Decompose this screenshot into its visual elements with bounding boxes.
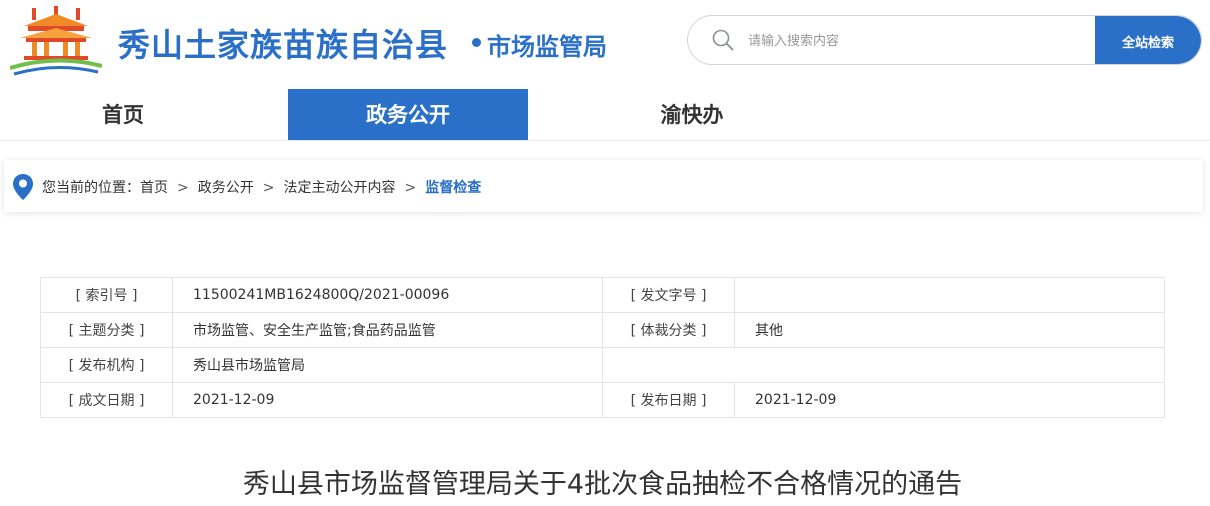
location-pin-icon	[13, 174, 33, 200]
article-title: 秀山县市场监督管理局关于4批次食品抽检不合格情况的通告	[242, 469, 963, 500]
dept-title[interactable]: 市场监管局	[487, 27, 607, 62]
breadcrumb-supervision[interactable]: 监督检查	[425, 180, 481, 196]
breadcrumb-gov-affairs[interactable]: 政务公开	[198, 180, 254, 196]
topic-label: [ 主题分类 ]	[40, 312, 173, 348]
breadcrumb-separator: >	[404, 180, 417, 196]
nav-yukuaiban[interactable]: 渝快办	[570, 89, 814, 141]
written-date-label: [ 成文日期 ]	[40, 382, 173, 418]
site-title[interactable]: 秀山土家族苗族自治县	[118, 20, 448, 66]
topic-value: 市场监管、安全生产监管;食品药品监管	[172, 312, 603, 348]
table-row: [ 成文日期 ] 2021-12-09 [ 发布日期 ] 2021-12-09	[40, 382, 1165, 418]
search-bar: 全站检索	[687, 15, 1202, 65]
title-dot	[472, 38, 481, 47]
breadcrumb-home[interactable]: 首页	[140, 180, 168, 196]
doc-number-value	[734, 277, 1165, 313]
publish-date-label: [ 发布日期 ]	[602, 382, 735, 418]
search-icon	[712, 29, 734, 51]
publisher-value: 秀山县市场监管局	[172, 347, 603, 383]
table-row: [ 索引号 ] 11500241MB1624800Q/2021-00096 [ …	[40, 277, 1165, 313]
breadcrumb-statutory-disclosure[interactable]: 法定主动公开内容	[283, 180, 395, 196]
doc-number-label: [ 发文字号 ]	[602, 277, 735, 313]
publish-date-value: 2021-12-09	[734, 382, 1165, 418]
empty-cell	[602, 347, 1165, 383]
publisher-label: [ 发布机构 ]	[40, 347, 173, 383]
breadcrumb: 您当前的位置：首页 > 政务公开 > 法定主动公开内容 > 监督检查	[42, 177, 481, 197]
site-search-button[interactable]: 全站检索	[1095, 16, 1201, 64]
breadcrumb-prefix: 您当前的位置：	[42, 180, 140, 196]
document-info-table: [ 索引号 ] 11500241MB1624800Q/2021-00096 [ …	[40, 277, 1165, 418]
genre-label: [ 体裁分类 ]	[602, 312, 735, 348]
search-input[interactable]	[746, 26, 1090, 56]
site-header: 秀山土家族苗族自治县 市场监管局 全站检索	[0, 0, 1210, 82]
nav-divider	[0, 140, 1210, 141]
city-gate-logo[interactable]	[10, 6, 102, 76]
index-number-value: 11500241MB1624800Q/2021-00096	[172, 277, 603, 313]
main-nav: 首页 政务公开 渝快办	[0, 89, 1210, 141]
index-number-label: [ 索引号 ]	[40, 277, 173, 313]
table-row: [ 主题分类 ] 市场监管、安全生产监管;食品药品监管 [ 体裁分类 ] 其他	[40, 312, 1165, 348]
nav-gov-affairs[interactable]: 政务公开	[288, 89, 528, 141]
breadcrumb-separator: >	[177, 180, 189, 196]
table-row: [ 发布机构 ] 秀山县市场监管局	[40, 347, 1165, 383]
breadcrumb-bar: 您当前的位置：首页 > 政务公开 > 法定主动公开内容 > 监督检查	[4, 160, 1203, 212]
genre-value: 其他	[734, 312, 1165, 348]
breadcrumb-separator: >	[262, 180, 275, 196]
nav-home[interactable]: 首页	[0, 89, 246, 141]
written-date-value: 2021-12-09	[172, 382, 603, 418]
